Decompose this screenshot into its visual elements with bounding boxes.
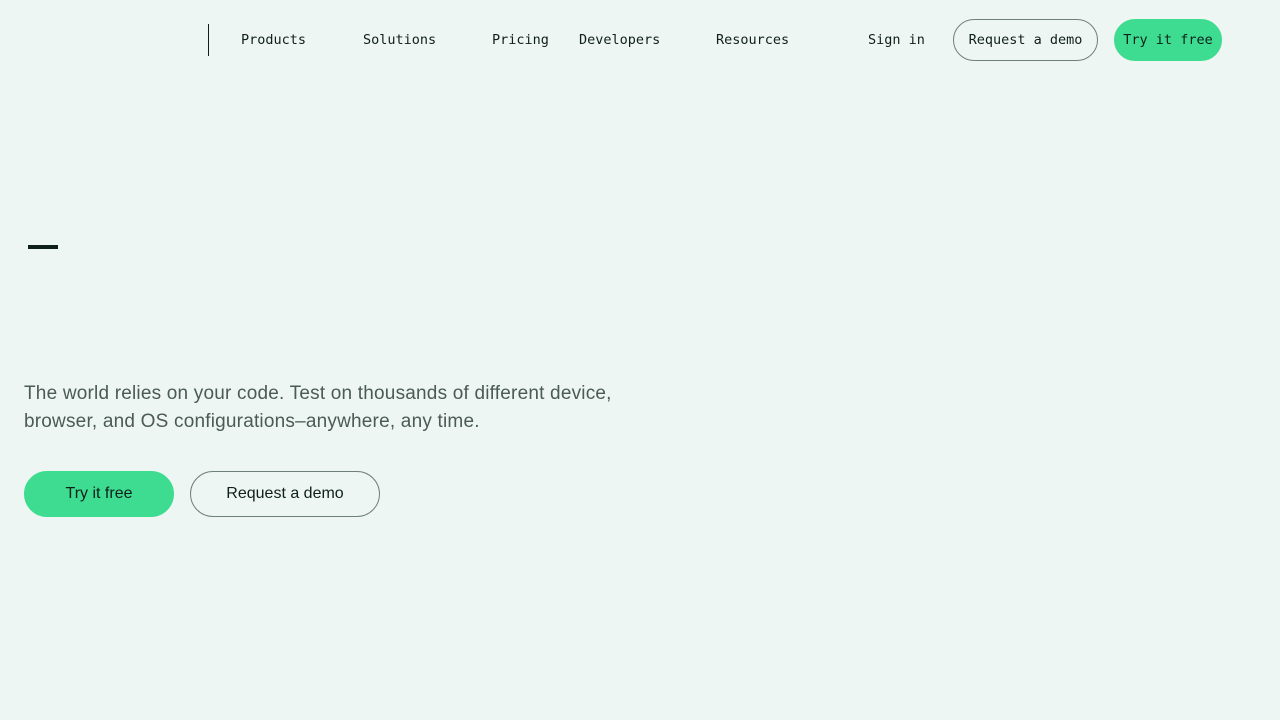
logo[interactable] xyxy=(24,20,184,60)
hero-subtitle: The world relies on your code. Test on t… xyxy=(24,383,612,432)
hero-heading-fragment xyxy=(28,245,58,249)
nav-solutions[interactable]: Solutions xyxy=(363,30,436,50)
nav-resources[interactable]: Resources xyxy=(716,30,789,50)
nav-products[interactable]: Products xyxy=(241,30,306,50)
hero-request-demo-button[interactable]: Request a demo xyxy=(190,471,380,517)
nav-pricing[interactable]: Pricing xyxy=(492,30,549,50)
header-request-demo-button[interactable]: Request a demo xyxy=(953,19,1098,61)
site-header: Products Solutions Pricing Developers Re… xyxy=(0,0,1280,80)
nav-developers[interactable]: Developers xyxy=(579,30,660,50)
header-try-free-button[interactable]: Try it free xyxy=(1114,19,1222,61)
sign-in-link[interactable]: Sign in xyxy=(868,30,925,50)
hero-try-free-button[interactable]: Try it free xyxy=(24,471,174,517)
header-divider xyxy=(208,24,209,56)
